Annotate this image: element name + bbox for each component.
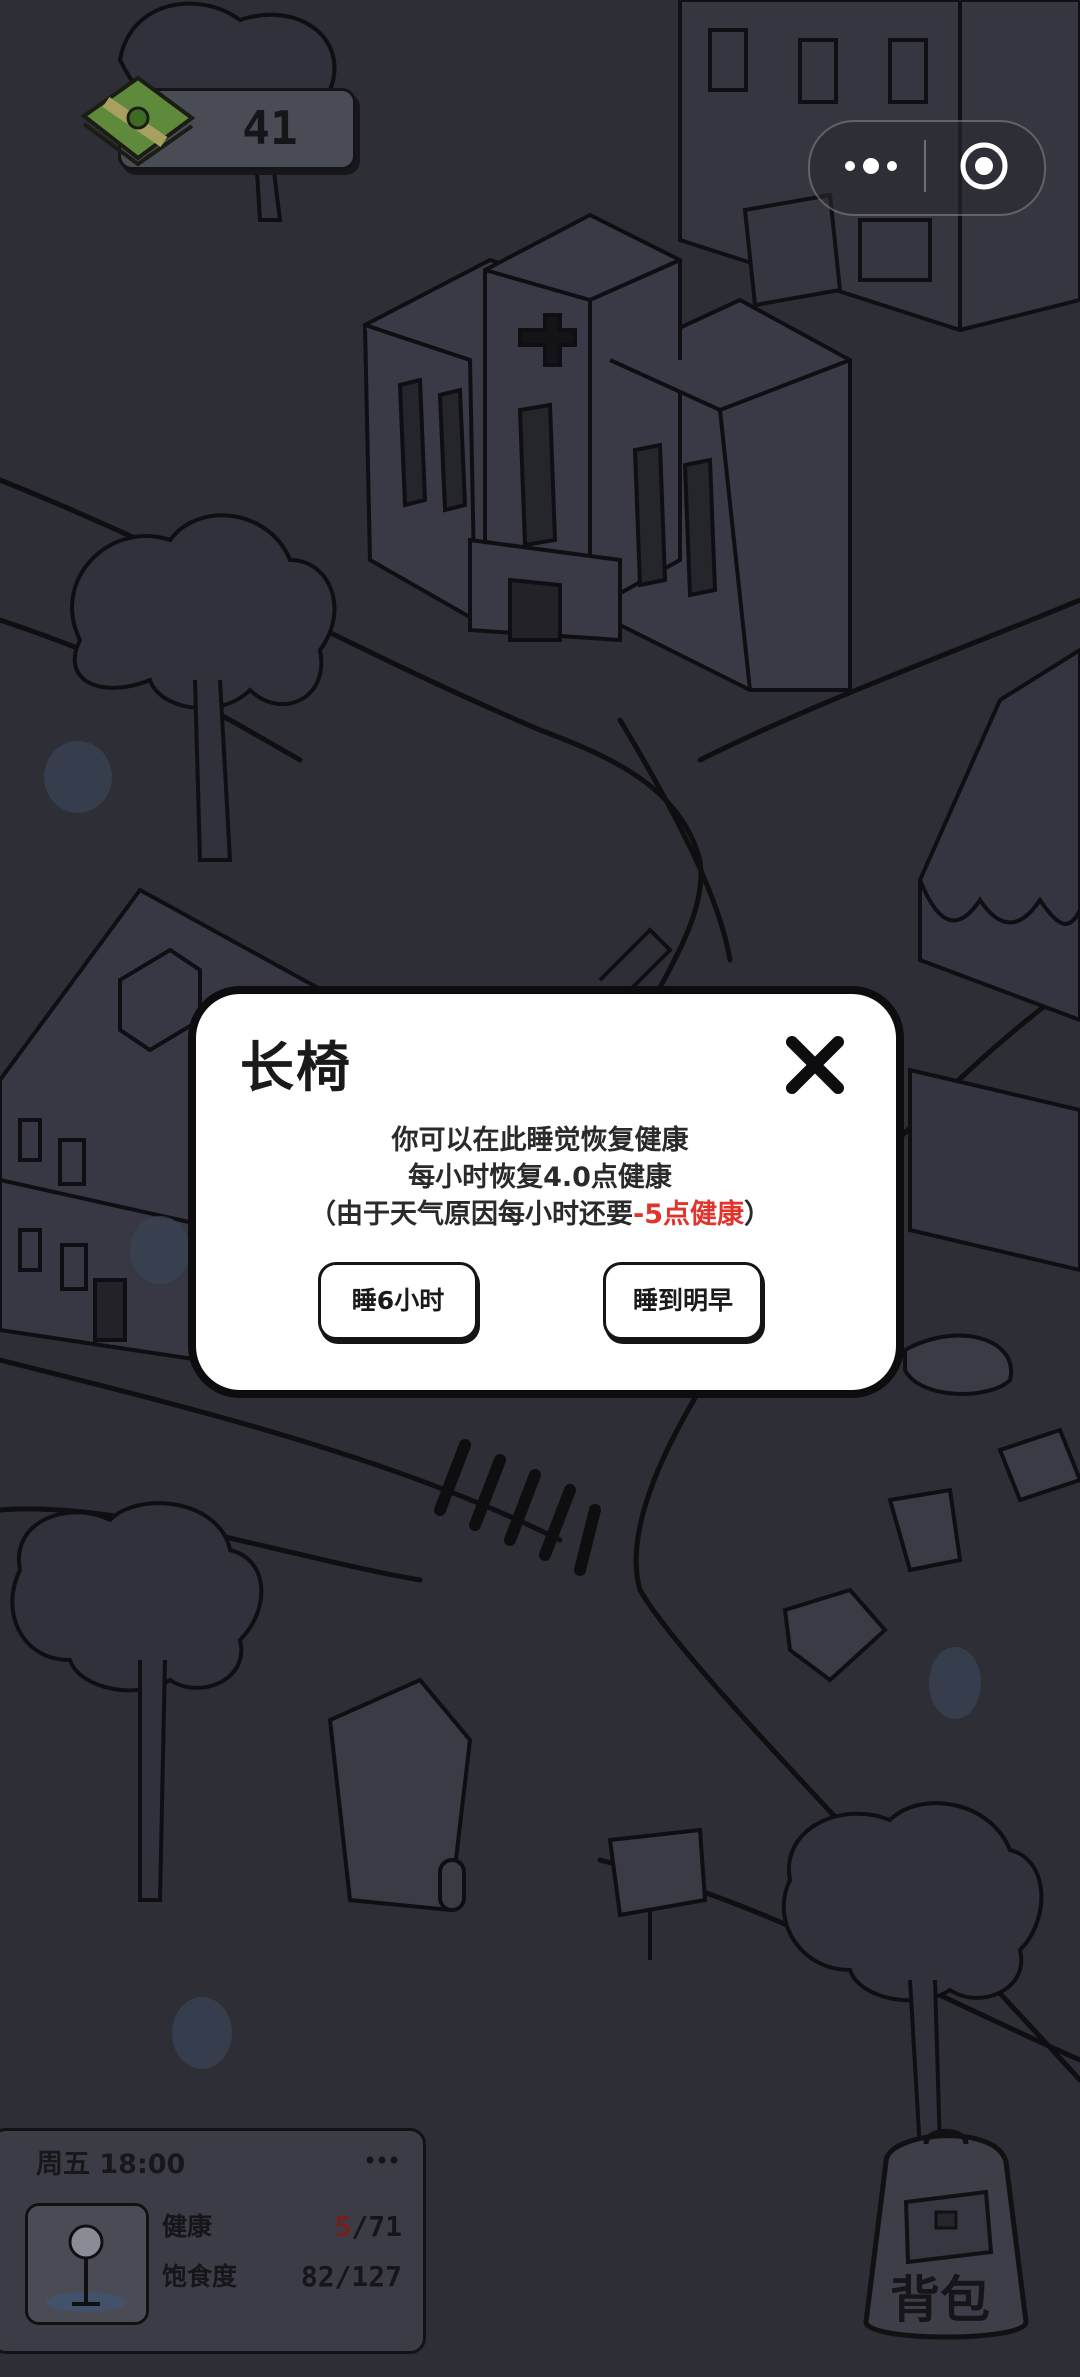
more-dots-icon[interactable] bbox=[362, 2150, 402, 2170]
health-penalty: -5点健康 bbox=[633, 1199, 744, 1230]
health-label: 健康 bbox=[162, 2212, 213, 2241]
satiety-label: 饱食度 bbox=[162, 2262, 238, 2291]
health-max: /71 bbox=[351, 2210, 402, 2243]
dialog-line-3: （由于天气原因每小时还要-5点健康） bbox=[240, 1196, 840, 1234]
target-icon[interactable] bbox=[952, 140, 1016, 192]
dialog-line-1: 你可以在此睡觉恢复健康 bbox=[391, 1125, 689, 1156]
dialog-title: 长椅 bbox=[240, 1036, 352, 1099]
health-current: 5 bbox=[334, 2210, 352, 2243]
more-dots-icon[interactable] bbox=[836, 146, 906, 186]
sleep-until-morning-button[interactable]: 睡到明早 bbox=[603, 1262, 763, 1340]
capsule-divider bbox=[924, 140, 926, 192]
character-avatar[interactable] bbox=[25, 2203, 149, 2325]
day-time: 周五 18:00 bbox=[36, 2149, 186, 2180]
health-value: 5/71 bbox=[320, 2207, 402, 2247]
satiety-value: 82/127 bbox=[300, 2260, 402, 2293]
cash-stack-icon bbox=[80, 75, 196, 167]
dialog-line-3-prefix: （由于天气原因每小时还要 bbox=[309, 1199, 633, 1230]
money-value: 41 bbox=[242, 101, 298, 155]
close-x-icon[interactable] bbox=[780, 1030, 850, 1100]
dialog-line-3-suffix: ） bbox=[744, 1199, 771, 1230]
sleep-6-hours-button[interactable]: 睡6小时 bbox=[318, 1262, 478, 1340]
backpack-label[interactable]: 背包 bbox=[880, 2268, 1000, 2332]
dialog-line-2: 每小时恢复4.0点健康 bbox=[408, 1162, 672, 1193]
